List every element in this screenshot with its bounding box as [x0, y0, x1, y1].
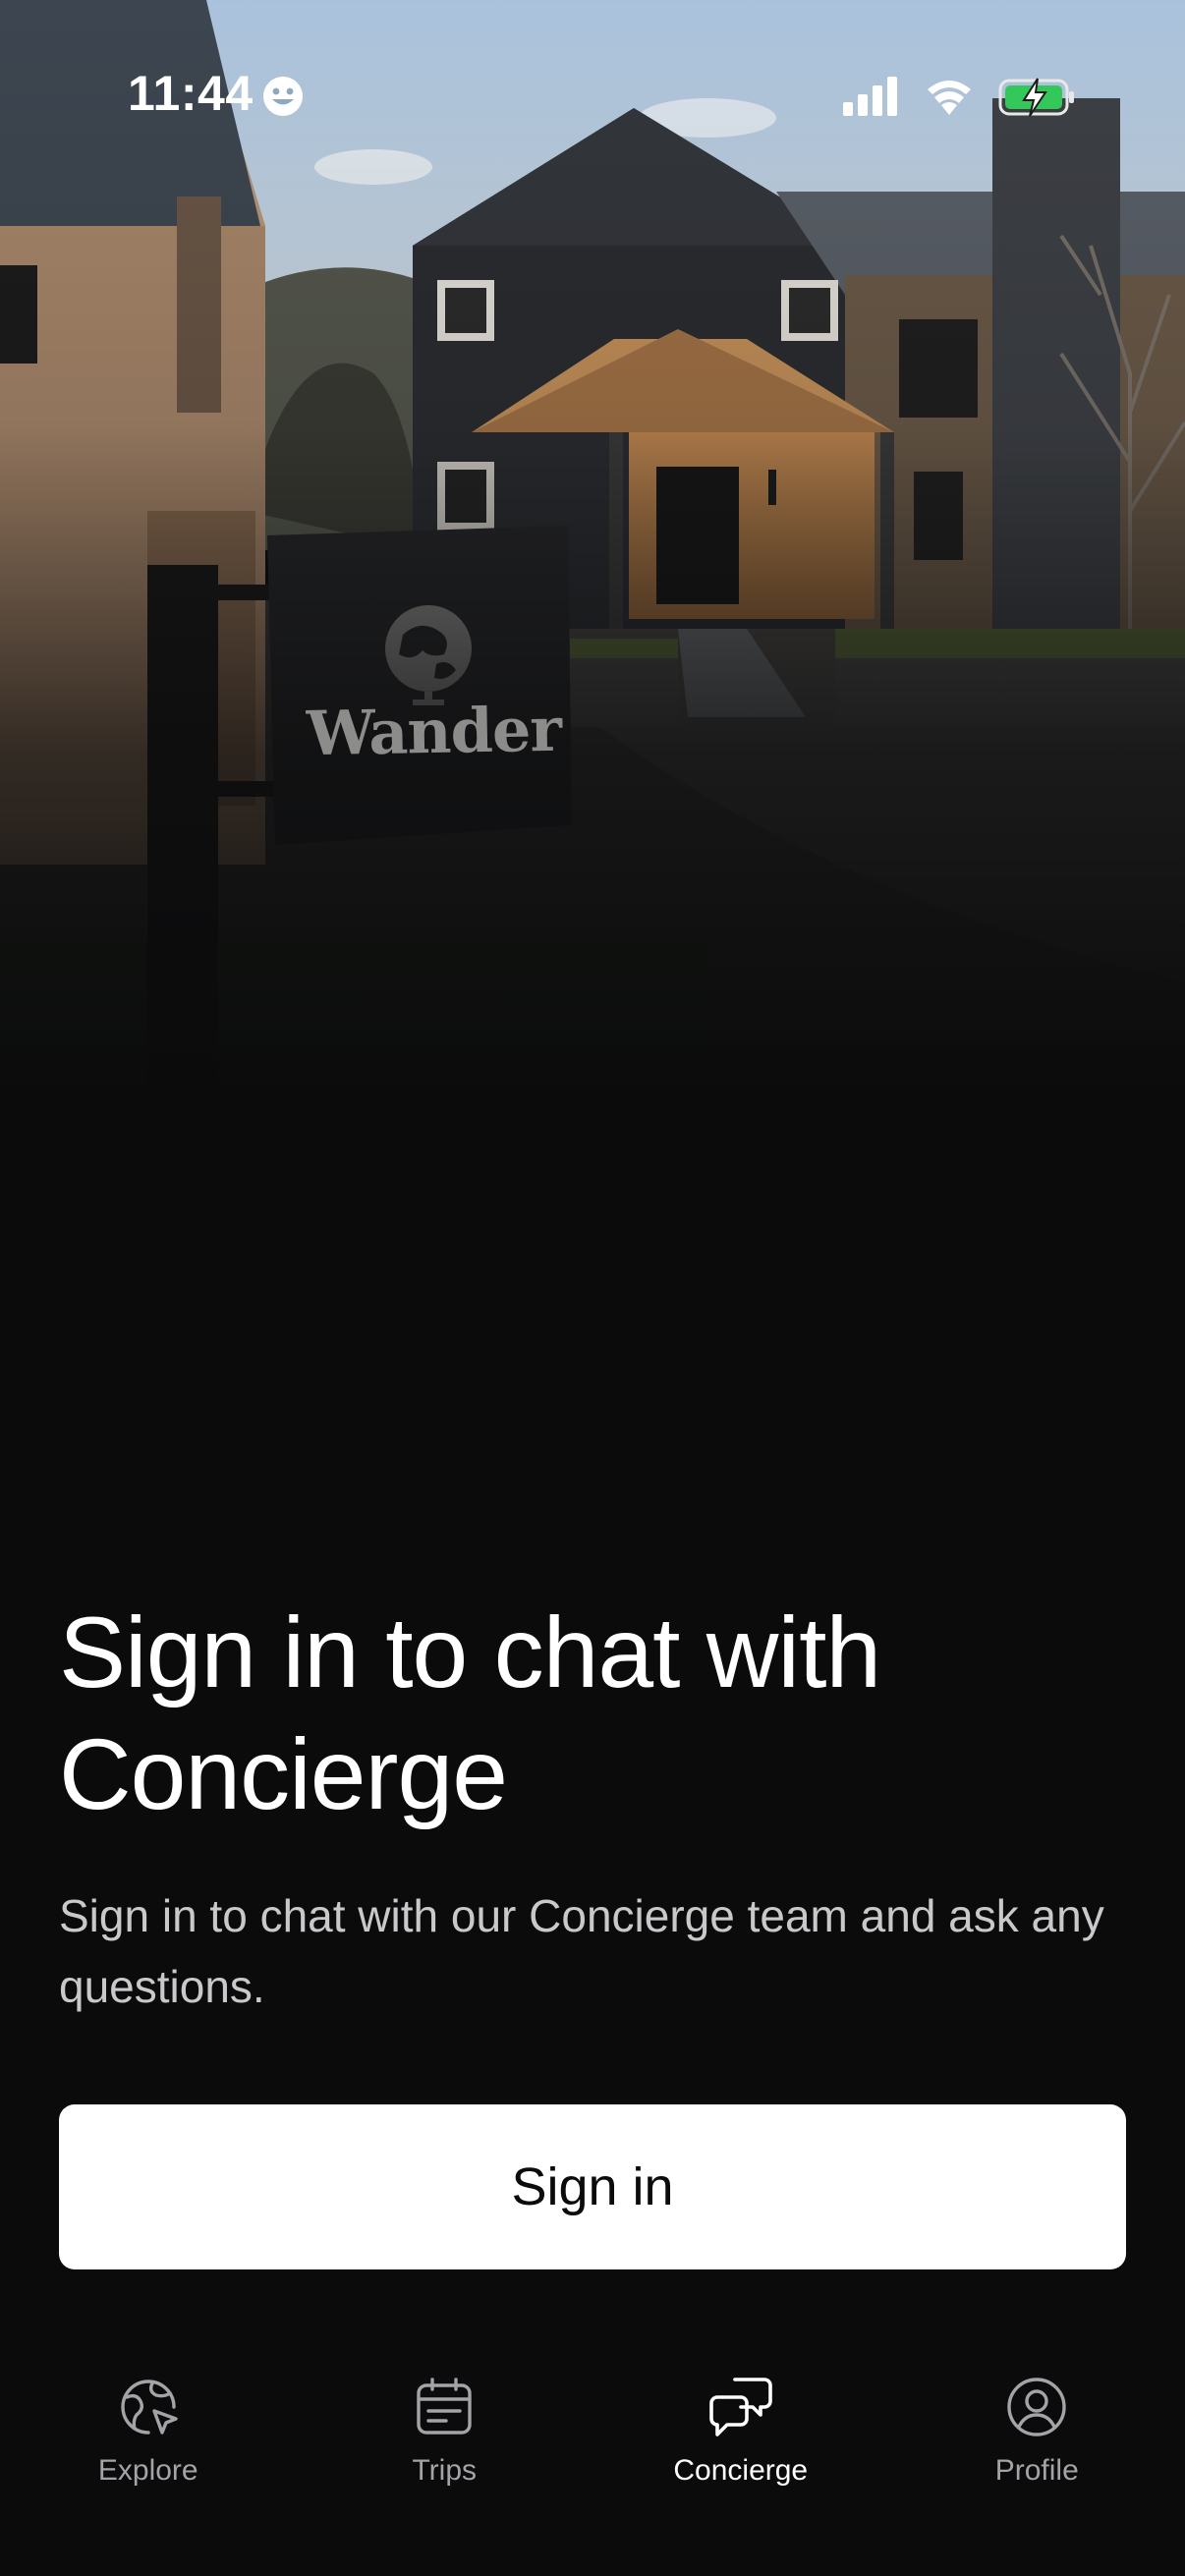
wifi-icon: [928, 81, 971, 115]
tab-bar: Explore Trips Concierge Profile: [0, 2338, 1185, 2576]
tab-label: Profile: [994, 2454, 1079, 2487]
battery-charging-icon: [998, 78, 1074, 117]
signin-prompt: Sign in to chat with Concierge Sign in t…: [59, 1592, 1130, 2022]
tab-label: Concierge: [673, 2454, 809, 2487]
page-subtitle: Sign in to chat with our Concierge team …: [59, 1890, 1104, 2012]
smiley-icon: [263, 77, 303, 116]
tab-profile[interactable]: Profile: [889, 2338, 1185, 2576]
cellular-signal-icon: [843, 77, 897, 116]
tab-label: Explore: [97, 2454, 198, 2487]
page-title: Sign in to chat with Concierge: [59, 1596, 881, 1830]
sign-in-button[interactable]: Sign in: [59, 2104, 1126, 2269]
hero-sign-text: Wander: [306, 693, 562, 770]
user-circle-icon: [1007, 2378, 1066, 2436]
globe-cursor-icon: [121, 2380, 178, 2435]
status-bar: 11:44: [0, 0, 1185, 187]
calendar-icon: [417, 2378, 472, 2435]
tab-trips[interactable]: Trips: [297, 2338, 593, 2576]
tab-label: Trips: [412, 2454, 478, 2487]
chat-bubbles-icon: [708, 2378, 772, 2436]
tab-concierge[interactable]: Concierge: [592, 2338, 889, 2576]
tab-explore[interactable]: Explore: [0, 2338, 297, 2576]
status-time: 11:44: [128, 66, 254, 121]
